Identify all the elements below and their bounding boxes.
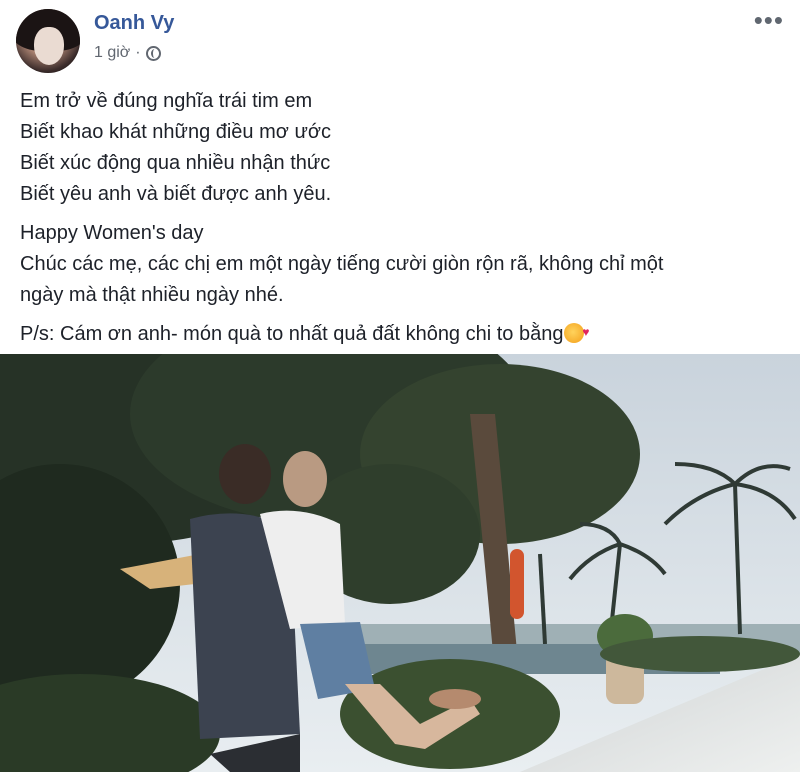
post-timestamp[interactable]: 1 giờ [94,44,130,62]
post-meta: 1 giờ · [94,44,161,62]
photo-illustration [0,354,800,772]
facebook-post: Oanh Vy 1 giờ · ••• Em trở về đúng nghĩa… [0,0,800,772]
post-paragraph-ps: P/s: Cám ơn anh- món quà to nhất quả đất… [20,317,780,350]
text-line: Biết xúc động qua nhiều nhận thức [20,152,331,174]
text-line: Biết khao khát những điều mơ ước [20,121,331,143]
author-avatar[interactable] [16,9,80,73]
text-line: Chúc các mẹ, các chị em một ngày tiếng c… [20,253,664,275]
meta-separator: · [135,44,141,61]
text-line: P/s: Cám ơn anh- món quà to nhất quả đất… [20,317,780,350]
avatar-face [34,27,64,65]
text-line: Happy Women's day [20,222,204,244]
more-options-icon[interactable]: ••• [754,7,784,33]
smiling-face-with-hearts-icon [564,317,589,348]
text-line: Biết yêu anh và biết được anh yêu. [20,183,332,205]
author-name[interactable]: Oanh Vy [94,12,174,35]
post-header: Oanh Vy 1 giờ · ••• [0,0,800,80]
post-text: Em trở về đúng nghĩa trái tim em Biết kh… [20,86,780,358]
lifebuoy [510,549,524,619]
post-photo[interactable] [0,354,800,772]
ps-text: P/s: Cám ơn anh- món quà to nhất quả đất… [20,323,564,345]
globe-icon[interactable] [145,45,161,61]
post-paragraph-greeting: Happy Women's day Chúc các mẹ, các chị e… [20,218,780,311]
post-paragraph-poem: Em trở về đúng nghĩa trái tim em Biết kh… [20,86,780,210]
text-line: Em trở về đúng nghĩa trái tim em [20,90,313,112]
text-line: ngày mà thật nhiều ngày nhé. [20,284,284,306]
